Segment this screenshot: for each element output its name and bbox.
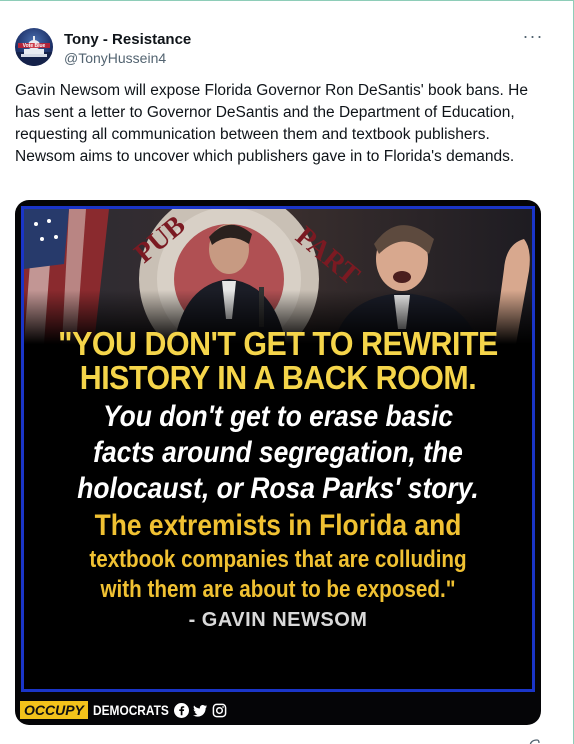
- quote-line-1: "YOU DON'T GET TO REWRITE: [58, 325, 498, 362]
- social-icons: [174, 702, 227, 718]
- quote-block: "YOU DON'T GET TO REWRITE HISTORY IN A B…: [24, 327, 532, 633]
- quote-line-7: textbook companies that are colluding: [89, 546, 467, 573]
- speakers-photo: PUB PART: [24, 209, 532, 344]
- brand-footer: OCCUPY DEMOCRATS: [20, 700, 227, 720]
- quote-line-6: The extremists in Florida and: [94, 509, 462, 542]
- svg-text:Vote Blue: Vote Blue: [23, 43, 46, 49]
- partial-action-icon[interactable]: [528, 736, 540, 744]
- author-avatar[interactable]: Vote Blue: [15, 28, 53, 66]
- quote-line-4: facts around segregation, the: [93, 436, 463, 469]
- author-handle[interactable]: @TonyHussein4: [64, 50, 166, 67]
- brand-occupy-label: OCCUPY: [20, 701, 88, 719]
- facebook-icon: [174, 702, 190, 718]
- brand-democrats-label: DEMOCRATS: [92, 702, 169, 718]
- quote-line-8: with them are about to be exposed.": [100, 576, 456, 603]
- tweet: Vote Blue Tony - Resistance @TonyHussein…: [0, 0, 574, 744]
- capitol-icon: Vote Blue: [15, 36, 53, 66]
- instagram-icon: [212, 703, 227, 717]
- quote-line-5: holocaust, or Rosa Parks' story.: [77, 472, 479, 505]
- quote-line-2: HISTORY IN A BACK ROOM.: [79, 359, 477, 396]
- tweet-text: Gavin Newsom will expose Florida Governo…: [15, 82, 528, 165]
- image-blue-border: PUB PART: [21, 206, 535, 692]
- reply-icon-partial: [529, 739, 540, 744]
- tweet-media-image[interactable]: PUB PART: [15, 200, 541, 725]
- quote-line-3: You don't get to erase basic: [102, 400, 454, 433]
- more-options-icon[interactable]: ···: [522, 27, 544, 45]
- quote-attribution: - GAVIN NEWSOM: [188, 609, 368, 631]
- twitter-icon: [193, 704, 208, 717]
- author-display-name[interactable]: Tony - Resistance: [64, 31, 191, 49]
